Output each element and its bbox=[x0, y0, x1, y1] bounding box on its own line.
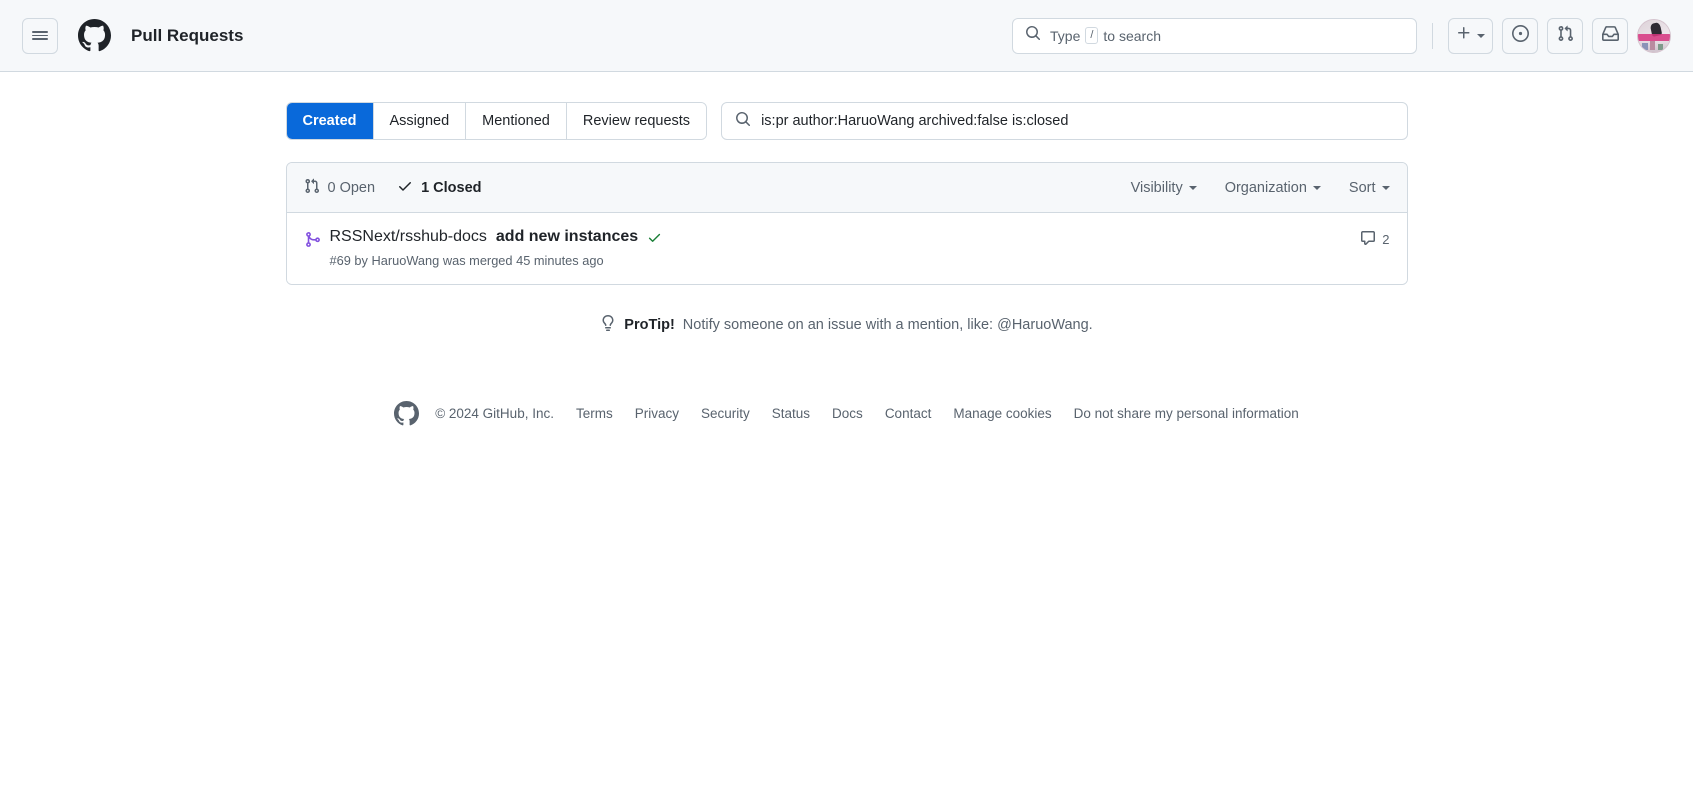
hamburger-menu-button[interactable] bbox=[22, 17, 58, 54]
github-mark-icon bbox=[394, 401, 420, 426]
notifications-inbox-button[interactable] bbox=[1592, 17, 1628, 54]
protip-label: ProTip! bbox=[624, 317, 675, 333]
tab-review-requests[interactable]: Review requests bbox=[566, 103, 707, 139]
pull-requests-button[interactable] bbox=[1547, 17, 1583, 54]
chevron-down-icon bbox=[1381, 185, 1390, 190]
create-new-button[interactable] bbox=[1448, 17, 1493, 54]
hamburger-icon bbox=[32, 29, 48, 42]
page-footer: © 2024 GitHub, Inc. Terms Privacy Securi… bbox=[286, 401, 1408, 426]
check-success-icon bbox=[647, 230, 662, 245]
chevron-down-icon bbox=[1188, 185, 1197, 190]
pull-request-icon bbox=[1557, 25, 1574, 47]
comment-count-label: 2 bbox=[1382, 232, 1390, 247]
inbox-icon bbox=[1601, 25, 1619, 47]
page-title: Pull Requests bbox=[131, 25, 244, 45]
footer-link-status[interactable]: Status bbox=[772, 406, 810, 421]
git-merge-icon bbox=[304, 232, 321, 252]
protip: ProTip! Notify someone on an issue with … bbox=[286, 315, 1408, 335]
chevron-down-icon bbox=[1312, 185, 1321, 190]
header-divider bbox=[1432, 22, 1433, 49]
comment-icon bbox=[1360, 230, 1376, 249]
lightbulb-icon bbox=[600, 315, 616, 335]
footer-link-terms[interactable]: Terms bbox=[576, 406, 613, 421]
table-row[interactable]: RSSNext/rsshub-docs add new instances #6… bbox=[286, 213, 1407, 284]
pr-metadata: #69 by HaruoWang was merged 45 minutes a… bbox=[329, 253, 604, 268]
toolbar: Created Assigned Mentioned Review reques… bbox=[285, 102, 1408, 140]
pull-request-icon bbox=[304, 178, 320, 198]
main-content: Created Assigned Mentioned Review reques… bbox=[0, 72, 1693, 426]
footer-link-contact[interactable]: Contact bbox=[885, 406, 932, 421]
visibility-filter[interactable]: Visibility bbox=[1131, 180, 1197, 196]
closed-count-label: 1 Closed bbox=[421, 179, 482, 196]
open-count-filter[interactable]: 0 Open bbox=[304, 178, 376, 198]
pr-repo-link[interactable]: RSSNext/rsshub-docs bbox=[330, 228, 487, 246]
protip-text: Notify someone on an issue with a mentio… bbox=[682, 317, 1093, 333]
slash-key-hint: / bbox=[1085, 27, 1099, 44]
organization-filter[interactable]: Organization bbox=[1225, 180, 1321, 196]
check-icon bbox=[397, 178, 413, 198]
footer-link-do-not-share[interactable]: Do not share my personal information bbox=[1074, 406, 1299, 421]
list-header: 0 Open 1 Closed Visibility Organization … bbox=[286, 163, 1407, 213]
footer-link-security[interactable]: Security bbox=[701, 406, 750, 421]
state-counts: 0 Open 1 Closed bbox=[304, 178, 482, 198]
search-query-input[interactable]: is:pr author:HaruoWang archived:false is… bbox=[721, 102, 1408, 140]
organization-filter-label: Organization bbox=[1224, 179, 1307, 196]
pr-title-line: RSSNext/rsshub-docs add new instances bbox=[330, 228, 1361, 246]
header-actions: Type / to search bbox=[1012, 17, 1671, 54]
tab-created[interactable]: Created bbox=[286, 103, 374, 139]
search-icon bbox=[1025, 25, 1041, 46]
list-filters: Visibility Organization Sort bbox=[1131, 180, 1390, 196]
visibility-filter-label: Visibility bbox=[1130, 179, 1183, 196]
footer-link-manage-cookies[interactable]: Manage cookies bbox=[953, 406, 1051, 421]
chevron-down-icon bbox=[1477, 33, 1485, 38]
issues-button[interactable] bbox=[1502, 17, 1538, 54]
global-search-input[interactable]: Type / to search bbox=[1012, 17, 1417, 54]
plus-icon bbox=[1456, 25, 1472, 46]
sort-filter-label: Sort bbox=[1348, 179, 1376, 196]
pr-main: RSSNext/rsshub-docs add new instances #6… bbox=[330, 228, 1361, 268]
tab-mentioned[interactable]: Mentioned bbox=[466, 103, 567, 139]
avatar[interactable] bbox=[1637, 18, 1671, 53]
footer-link-privacy[interactable]: Privacy bbox=[635, 406, 679, 421]
search-query-value: is:pr author:HaruoWang archived:false is… bbox=[761, 113, 1069, 129]
footer-link-docs[interactable]: Docs bbox=[832, 406, 863, 421]
closed-count-filter[interactable]: 1 Closed bbox=[397, 178, 482, 198]
search-placeholder: Type / to search bbox=[1050, 27, 1162, 44]
tab-assigned[interactable]: Assigned bbox=[373, 103, 467, 139]
issue-opened-icon bbox=[1511, 24, 1529, 47]
pr-title-link[interactable]: add new instances bbox=[496, 228, 638, 246]
pr-filter-tabs: Created Assigned Mentioned Review reques… bbox=[285, 102, 708, 140]
pull-request-list: 0 Open 1 Closed Visibility Organization … bbox=[285, 162, 1408, 285]
search-icon bbox=[735, 111, 751, 132]
footer-copyright: © 2024 GitHub, Inc. bbox=[435, 406, 554, 421]
content-container: Created Assigned Mentioned Review reques… bbox=[285, 102, 1408, 426]
sort-filter[interactable]: Sort bbox=[1349, 180, 1390, 196]
open-count-label: 0 Open bbox=[327, 179, 376, 196]
global-header: Pull Requests Type / to search bbox=[0, 0, 1693, 72]
github-logo-icon[interactable] bbox=[78, 19, 111, 52]
pr-comment-count[interactable]: 2 bbox=[1360, 228, 1390, 249]
pr-state-icon-wrap bbox=[304, 228, 330, 253]
